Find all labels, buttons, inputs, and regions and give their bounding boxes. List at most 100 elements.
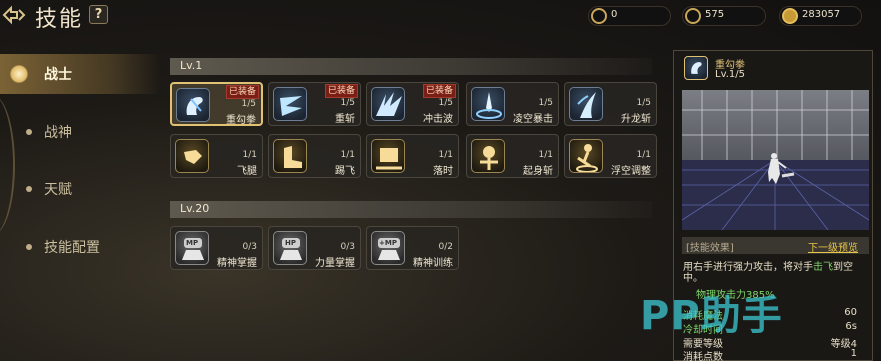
nav-dot-icon: [26, 129, 32, 135]
fist-icon: [176, 88, 210, 122]
next-level-preview-link[interactable]: 下一级预览: [808, 239, 858, 254]
stat-row-point-cost: 消耗点数 1: [683, 348, 869, 361]
nav-tab-skill-config[interactable]: 技能配置: [0, 227, 160, 267]
nav-active-marker-icon: [10, 65, 28, 83]
skill-level: 1/1: [242, 150, 257, 160]
nav-label: 天赋: [44, 182, 72, 198]
hp-icon: HP: [273, 231, 307, 265]
skill-card-rising-dragon[interactable]: 1/5 升龙斩: [564, 82, 657, 126]
skill-name: 升龙斩: [621, 114, 651, 125]
stat-value: 1: [850, 348, 857, 359]
landing-icon: [371, 139, 405, 173]
nav-label: 战神: [44, 125, 72, 141]
mp-icon: MP: [175, 231, 209, 265]
skill-name: 重斩: [335, 114, 355, 125]
fist-icon: [684, 56, 708, 80]
skill-name: 力量掌握: [315, 258, 355, 269]
skill-card-float-adjust[interactable]: 1/1 浮空调整: [564, 134, 657, 178]
desc-highlight: 击飞: [813, 262, 833, 273]
currency-gold[interactable]: 283057: [779, 6, 862, 26]
skill-level: 1/1: [636, 150, 651, 160]
skill-card-flying-kick[interactable]: 1/1 飞腿: [170, 134, 263, 178]
detail-skill-level: Lv.1/5: [715, 69, 745, 80]
desc-text: 用右手进行强力攻击，将对手: [683, 262, 813, 273]
currency-gem[interactable]: 0: [588, 6, 671, 26]
top-bar: 技能 ? 0 575 283057: [0, 0, 881, 32]
skill-name: 起身斩: [523, 166, 553, 177]
equipped-tag: 已装备: [225, 85, 259, 99]
nav-tab-war-god[interactable]: 战神: [0, 112, 160, 152]
air-strike-icon: [471, 87, 505, 121]
skill-name: 精神掌握: [217, 258, 257, 269]
skill-name: 冲击波: [423, 114, 453, 125]
float-adjust-icon: [569, 139, 603, 173]
skill-level: 0/3: [340, 242, 355, 252]
nav-label: 战士: [44, 67, 72, 83]
rise-slash-icon: [471, 139, 505, 173]
page-title: 技能: [35, 7, 84, 32]
skill-badge: MP: [186, 239, 199, 247]
slash-icon: [273, 87, 307, 121]
gem-coin-icon: [591, 8, 607, 24]
stat-label: 消耗点数: [683, 352, 723, 361]
skill-name: 重勾拳: [226, 115, 256, 126]
skill-name: 凌空暴击: [513, 114, 553, 125]
equipped-tag: 已装备: [422, 84, 456, 98]
help-button[interactable]: ?: [89, 5, 108, 24]
currency-value: 575: [705, 9, 725, 20]
skill-level: 1/5: [438, 98, 453, 108]
nav-tab-talent[interactable]: 天赋: [0, 169, 160, 209]
skill-card-mind-mastery[interactable]: MP 0/3 精神掌握: [170, 226, 263, 270]
moon-coin-icon: [685, 8, 701, 24]
equipped-tag: 已装备: [324, 84, 358, 98]
skill-card-heavy-slash[interactable]: 已装备 1/5 重斩: [268, 82, 361, 126]
mp-plus-icon: +MP: [371, 231, 405, 265]
skill-card-mind-training[interactable]: +MP 0/2 精神训练: [366, 226, 459, 270]
nav-dot-icon: [26, 186, 32, 192]
skill-name: 踢飞: [335, 166, 355, 177]
section-level: Lv.20: [180, 202, 210, 215]
skill-name: 精神训练: [413, 258, 453, 269]
back-arrow-icon[interactable]: [2, 4, 26, 26]
skill-level: 0/3: [242, 242, 257, 252]
flying-kick-icon: [175, 139, 209, 173]
shockwave-icon: [371, 87, 405, 121]
nav-label: 技能配置: [44, 240, 100, 256]
section-level: Lv.1: [180, 59, 203, 72]
skill-level: 1/5: [538, 98, 553, 108]
skill-name: 落时: [433, 166, 453, 177]
skill-name: 浮空调整: [611, 166, 651, 177]
nav-tab-warrior[interactable]: 战士: [0, 54, 160, 94]
skill-description: 用右手进行强力攻击，将对手击飞到空中。: [683, 262, 869, 284]
skill-badge: +MP: [379, 239, 397, 247]
skill-name: 飞腿: [237, 166, 257, 177]
effect-label: [技能效果]: [686, 243, 734, 254]
skill-level: 1/1: [538, 150, 553, 160]
skill-card-air-strike[interactable]: 1/5 凌空暴击: [466, 82, 559, 126]
currency-value: 283057: [802, 9, 841, 20]
skill-level: 1/5: [241, 99, 256, 109]
skill-level: 0/2: [438, 242, 453, 252]
skill-card-shockwave[interactable]: 已装备 1/5 冲击波: [366, 82, 459, 126]
skill-level: 1/5: [636, 98, 651, 108]
skill-badge: HP: [285, 239, 296, 247]
skill-preview: [682, 90, 869, 230]
skill-level: 1/1: [438, 150, 453, 160]
skill-card-power-mastery[interactable]: HP 0/3 力量掌握: [268, 226, 361, 270]
skill-card-rise-slash[interactable]: 1/1 起身斩: [466, 134, 559, 178]
stat-value: 60: [844, 307, 857, 318]
skill-level: 1/1: [340, 150, 355, 160]
skill-card-landing[interactable]: 1/1 落时: [366, 134, 459, 178]
skill-card-kick[interactable]: 1/1 踢飞: [268, 134, 361, 178]
skill-level: 1/5: [340, 98, 355, 108]
section-header-lv1: Lv.1: [170, 58, 652, 75]
skill-card-heavy-hook[interactable]: 已装备 1/5 重勾拳: [170, 82, 263, 126]
gold-coin-icon: [782, 8, 798, 24]
watermark-logo: PP助手: [640, 293, 783, 339]
section-header-lv20: Lv.20: [170, 201, 652, 218]
stat-value: 6s: [845, 321, 857, 332]
nav-dot-icon: [26, 244, 32, 250]
currency-moon[interactable]: 575: [682, 6, 766, 26]
kick-icon: [273, 139, 307, 173]
rising-slash-icon: [569, 87, 603, 121]
